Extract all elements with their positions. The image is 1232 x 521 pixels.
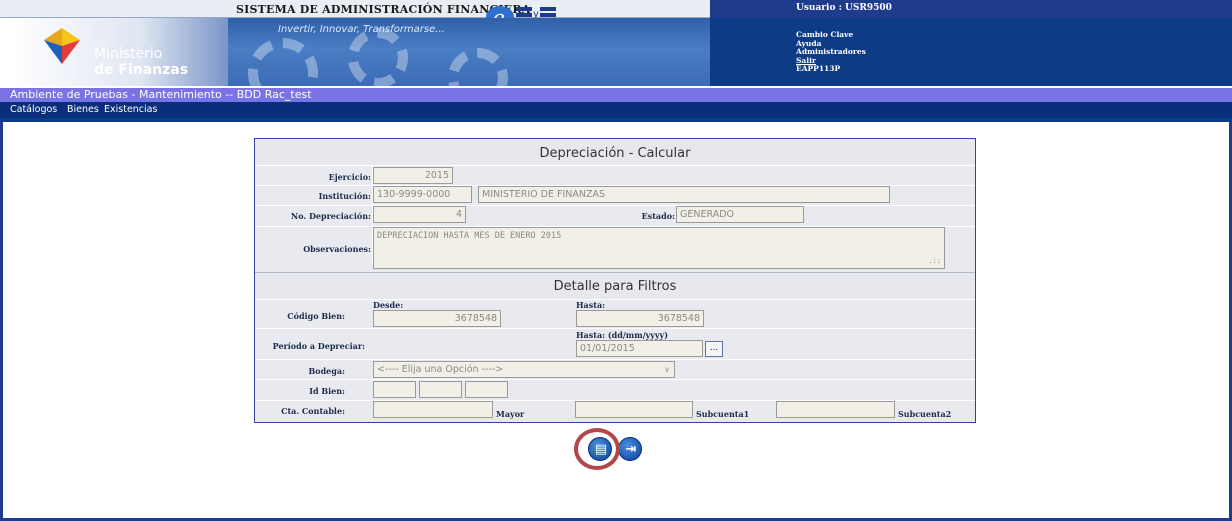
ministry-logo-icon: [44, 28, 80, 64]
ejercicio-field[interactable]: 2015: [373, 167, 453, 184]
no-depreciacion-label: No. Depreciación:: [290, 211, 371, 221]
ministry-line1: Ministerio: [94, 46, 163, 62]
bodega-select[interactable]: <---- Elija una Opción ----> ∨: [373, 361, 675, 378]
row-divider: [255, 205, 975, 206]
gear-decoration-icon: [248, 38, 318, 86]
gear-decoration-icon: [348, 28, 408, 86]
id-bien-field-2[interactable]: [419, 381, 462, 398]
header-link-list: Cambio Clave Ayuda Administradores Salir…: [796, 30, 866, 74]
ministry-name: Ministerio de Finanzas: [94, 46, 188, 78]
section-title-calcular: Depreciación - Calcular: [255, 142, 975, 166]
subcuenta2-field[interactable]: [776, 401, 895, 418]
mayor-field[interactable]: [373, 401, 493, 418]
institucion-code-field[interactable]: 130-9999-0000: [373, 186, 472, 203]
subcuenta1-field[interactable]: [575, 401, 693, 418]
row-divider: [255, 379, 975, 380]
exit-button[interactable]: ⇥: [618, 437, 642, 461]
bodega-label: Bodega:: [308, 366, 345, 376]
header-banner: Invertir, Innovar, Transformarse...: [228, 18, 710, 86]
observaciones-text: DEPRECIACION HASTA MES DE ENERO 2015: [377, 231, 562, 241]
bodega-selected-value: <---- Elija una Opción ---->: [377, 364, 504, 375]
highlight-ring: [574, 428, 620, 470]
ministry-line2: de Finanzas: [94, 62, 189, 78]
sub-bar: [0, 118, 1232, 122]
resize-handle-icon[interactable]: .::: [928, 255, 941, 267]
user-strip: Usuario : USR9500: [710, 0, 1232, 18]
estado-label: Estado:: [641, 211, 675, 221]
id-bien-field-3[interactable]: [465, 381, 508, 398]
periodo-label: Período a Depreciar:: [272, 341, 365, 351]
row-divider: [255, 165, 975, 166]
menu-item-existencias[interactable]: Existencias: [104, 104, 157, 115]
row-divider: [255, 328, 975, 329]
action-buttons: ▤ ⇥: [572, 426, 642, 472]
menu-item-bienes[interactable]: Bienes: [67, 104, 99, 115]
hasta-fecha-label: Hasta: (dd/mm/yyyy): [576, 330, 668, 340]
slogan: Invertir, Innovar, Transformarse...: [278, 24, 445, 35]
gear-decoration-icon: [448, 48, 508, 86]
subcuenta1-label: Subcuenta1: [696, 409, 750, 419]
hasta-label: Hasta:: [576, 300, 606, 310]
hasta-fecha-field[interactable]: 01/01/2015: [576, 340, 703, 357]
environment-text: Ambiente de Pruebas - Mantenimiento -- B…: [10, 88, 312, 101]
user-label: Usuario : USR9500: [796, 3, 892, 13]
id-bien-label: Id Bien:: [309, 386, 345, 396]
no-depreciacion-field[interactable]: 4: [373, 206, 466, 223]
header-links: Cambio Clave Ayuda Administradores Salir…: [710, 18, 1232, 86]
estado-field[interactable]: GENERADO: [676, 206, 804, 223]
row-divider: [255, 299, 975, 300]
institucion-name-field[interactable]: MINISTERIO DE FINANZAS: [478, 186, 890, 203]
codigo-bien-label: Código Bien:: [287, 311, 345, 321]
screen-code: EAPP113P: [796, 64, 841, 73]
depreciation-form: Depreciación - Calcular Ejercicio: 2015 …: [254, 138, 976, 423]
desde-label: Desde:: [373, 300, 404, 310]
page-header: SISTEMA DE ADMINISTRACIÓN FINANCIERA Usu…: [0, 0, 1232, 88]
cta-contable-label: Cta. Contable:: [281, 406, 345, 416]
id-bien-field-1[interactable]: [373, 381, 416, 398]
mayor-label: Mayor: [496, 409, 525, 419]
date-picker-button[interactable]: ...: [705, 341, 723, 357]
menu-item-catalogos[interactable]: Catálogos: [10, 104, 57, 115]
section-divider: [255, 272, 975, 273]
exit-icon: ⇥: [625, 442, 637, 457]
observaciones-textarea[interactable]: DEPRECIACION HASTA MES DE ENERO 2015 .::: [373, 227, 945, 269]
codigo-desde-field[interactable]: 3678548: [373, 310, 501, 327]
row-divider: [255, 359, 975, 360]
subcuenta2-label: Subcuenta2: [898, 409, 952, 419]
codigo-hasta-field[interactable]: 3678548: [576, 310, 704, 327]
chevron-down-icon: ∨: [664, 365, 670, 374]
ejercicio-label: Ejercicio:: [328, 172, 371, 182]
institucion-label: Institución:: [318, 191, 371, 201]
section-title-filtros: Detalle para Filtros: [255, 275, 975, 299]
main-menu: Catálogos Bienes Existencias: [0, 102, 1232, 118]
observaciones-label: Observaciones:: [303, 244, 371, 254]
environment-bar: Ambiente de Pruebas - Mantenimiento -- B…: [0, 88, 1232, 102]
